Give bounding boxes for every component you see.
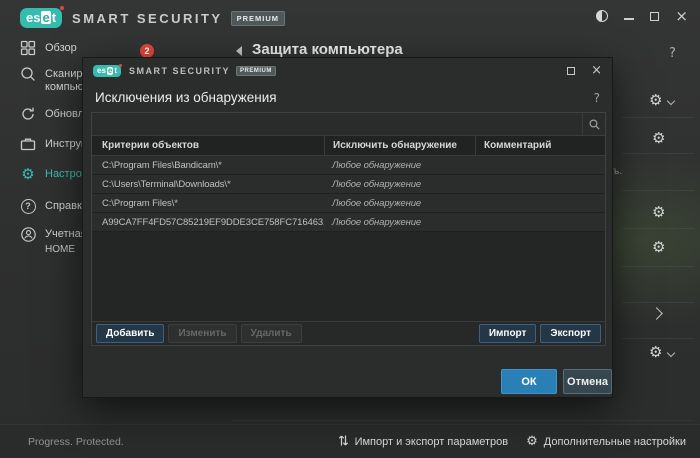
update-icon xyxy=(20,106,36,122)
edit-button: Изменить xyxy=(168,324,236,343)
row-divider xyxy=(622,266,694,267)
detection-exclusions-dialog: eset SMART SECURITY PREMIUM × Исключения… xyxy=(82,57,613,398)
sidebar-item-overview[interactable]: Обзор xyxy=(20,40,180,56)
row-divider xyxy=(622,302,694,303)
exclusion-cell: Любое обнаружение xyxy=(324,217,475,228)
criteria-cell: C:\Program Files\Bandicam\* xyxy=(92,160,324,171)
help-icon: ? xyxy=(20,198,36,214)
row-divider xyxy=(622,338,694,339)
column-header[interactable]: Исключить обнаружение xyxy=(324,136,475,155)
criteria-cell: A99CA7FF4FD57C85219EF9DDE3CE758FC7164631 xyxy=(92,217,324,228)
search-input[interactable] xyxy=(92,113,582,135)
row-divider xyxy=(622,190,694,191)
chevron-down-icon[interactable] xyxy=(667,97,675,105)
contrast-icon[interactable] xyxy=(596,10,608,22)
criteria-cell: C:\Program Files\* xyxy=(92,198,324,209)
exclusion-cell: Любое обнаружение xyxy=(324,179,475,190)
row-divider xyxy=(622,153,694,154)
product-name: SMART SECURITY xyxy=(129,66,230,76)
close-icon[interactable]: × xyxy=(675,10,688,22)
help-icon[interactable]: ? xyxy=(669,46,676,61)
table-row[interactable]: C:\Program Files\Bandicam\* Любое обнару… xyxy=(92,156,605,175)
logo-dot-icon xyxy=(60,6,64,10)
logo-part: es xyxy=(26,11,40,24)
gear-icon[interactable]: ⚙ xyxy=(652,240,665,254)
eset-main-window: eset SMART SECURITY PREMIUM × Обзор Скан… xyxy=(0,0,700,458)
overview-icon xyxy=(20,40,36,56)
logo-part: e xyxy=(41,11,50,24)
ok-button[interactable]: ОК xyxy=(501,369,557,394)
dialog-window-controls: × xyxy=(567,66,602,76)
chevron-right-icon[interactable] xyxy=(650,307,663,320)
window-controls: × xyxy=(596,10,688,22)
protection-status-text: Progress. Protected. xyxy=(28,436,124,448)
gear-icon[interactable]: ⚙ xyxy=(652,131,665,145)
exclusion-cell: Любое обнаружение xyxy=(324,198,475,209)
table-row[interactable]: C:\Users\Terminal\Downloads\* Любое обна… xyxy=(92,175,605,194)
search-bar xyxy=(92,113,605,136)
computer-scan-icon xyxy=(20,66,36,82)
table-header-row: Критерии объектов Исключить обнаружение … xyxy=(92,136,605,156)
edition-badge: PREMIUM xyxy=(231,11,285,26)
eset-logo: eset SMART SECURITY PREMIUM xyxy=(20,8,285,28)
criteria-cell: C:\Users\Terminal\Downloads\* xyxy=(92,179,324,190)
import-export-icon xyxy=(338,434,349,450)
advanced-settings-label: Дополнительные настройки xyxy=(544,436,686,448)
gear-icon[interactable]: ⚙ xyxy=(649,93,662,107)
table-toolbar: Добавить Изменить Удалить Импорт Экспорт xyxy=(92,321,605,345)
column-header[interactable]: Комментарий xyxy=(475,136,605,155)
chevron-down-icon[interactable] xyxy=(667,349,675,357)
exclusions-table: Критерии объектов Исключить обнаружение … xyxy=(91,112,606,346)
settings-gear-icon: ⚙ xyxy=(20,166,36,182)
import-export-label: Импорт и экспорт параметров xyxy=(355,436,509,448)
tools-icon xyxy=(20,136,36,152)
maximize-icon[interactable] xyxy=(650,12,659,21)
eset-logo-icon: eset xyxy=(93,65,121,77)
account-icon xyxy=(20,226,36,242)
table-row[interactable]: C:\Program Files\* Любое обнаружение xyxy=(92,194,605,213)
help-icon[interactable]: ? xyxy=(594,91,600,105)
gear-icon[interactable]: ⚙ xyxy=(652,205,665,219)
page-title: Защита компьютера xyxy=(252,41,403,58)
advanced-settings-link[interactable]: ⚙ Дополнительные настройки xyxy=(526,435,686,448)
statusbar: Progress. Protected. Импорт и экспорт па… xyxy=(0,424,700,458)
eset-logo-icon: eset xyxy=(20,8,62,28)
import-button[interactable]: Импорт xyxy=(479,324,537,343)
edition-badge: PREMIUM xyxy=(236,66,276,76)
row-divider xyxy=(622,228,694,229)
search-icon[interactable] xyxy=(582,113,605,135)
gear-icon[interactable]: ⚙ xyxy=(649,345,662,359)
gear-icon: ⚙ xyxy=(526,435,538,448)
exclusion-cell: Любое обнаружение xyxy=(324,160,475,171)
import-export-link[interactable]: Импорт и экспорт параметров xyxy=(338,434,509,450)
notification-badge: 2 xyxy=(140,44,154,58)
table-empty-area xyxy=(92,232,605,321)
sidebar-item-label: Обзор xyxy=(45,40,77,55)
row-divider xyxy=(622,117,694,118)
table-row[interactable]: A99CA7FF4FD57C85219EF9DDE3CE758FC7164631… xyxy=(92,213,605,232)
maximize-icon[interactable] xyxy=(567,67,575,75)
dialog-titlebar[interactable]: eset SMART SECURITY PREMIUM × xyxy=(83,58,612,84)
column-header[interactable]: Критерии объектов xyxy=(92,140,324,151)
add-button[interactable]: Добавить xyxy=(96,324,164,343)
export-button[interactable]: Экспорт xyxy=(540,324,601,343)
minimize-icon[interactable] xyxy=(624,18,634,20)
delete-button: Удалить xyxy=(241,324,302,343)
content-divider xyxy=(232,420,692,421)
logo-part: t xyxy=(52,11,56,24)
dialog-title: Исключения из обнаружения xyxy=(95,90,277,105)
cancel-button[interactable]: Отмена xyxy=(563,369,612,394)
product-name: SMART SECURITY xyxy=(72,11,223,26)
close-icon[interactable]: × xyxy=(591,66,602,76)
back-icon[interactable] xyxy=(236,46,242,56)
logo-dot-icon xyxy=(119,64,122,67)
